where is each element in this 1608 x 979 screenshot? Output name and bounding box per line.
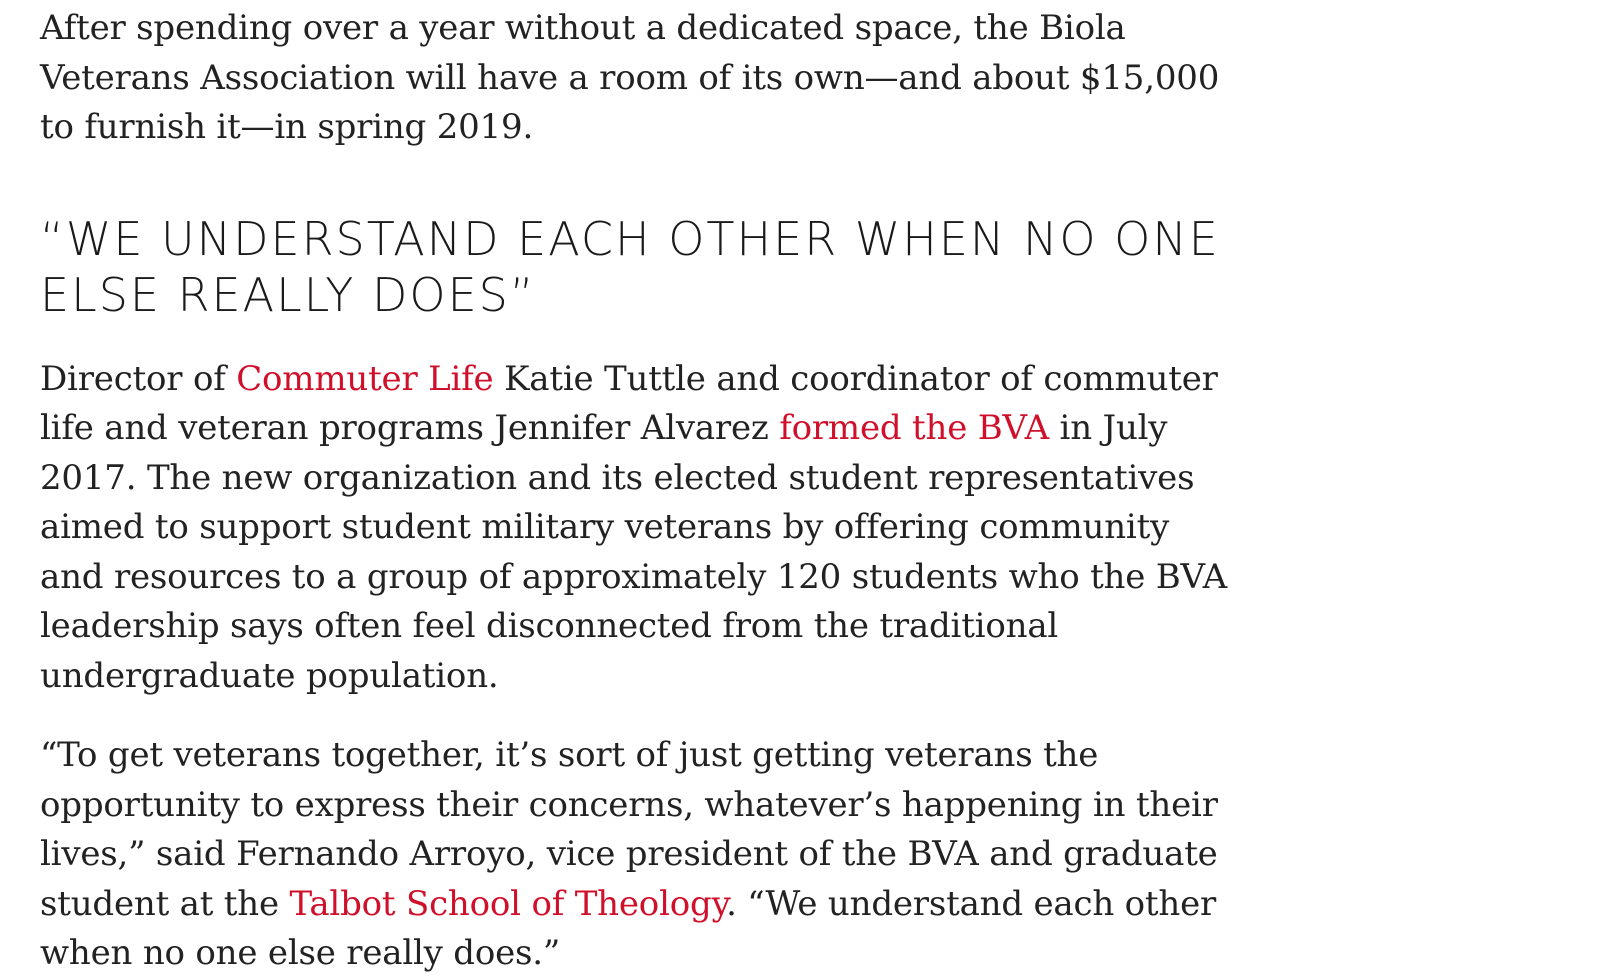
paragraph-quote: “To get veterans together, it’s sort of … <box>40 731 1240 979</box>
intro-paragraph: After spending over a year without a ded… <box>40 8 1220 147</box>
paragraph-text: Director of <box>40 358 237 399</box>
article-body: After spending over a year without a ded… <box>40 0 1240 979</box>
commuter-life-link[interactable]: Commuter Life <box>236 359 493 399</box>
paragraph-text: in July 2017. The new organization and i… <box>40 408 1227 696</box>
paragraph-bva-formation: Director of Commuter Life Katie Tuttle a… <box>40 355 1240 702</box>
talbot-school-link[interactable]: Talbot School of Theology <box>290 884 727 924</box>
formed-the-bva-link[interactable]: formed the BVA <box>779 408 1049 448</box>
section-heading: “We understand each other when no one el… <box>40 211 1220 322</box>
